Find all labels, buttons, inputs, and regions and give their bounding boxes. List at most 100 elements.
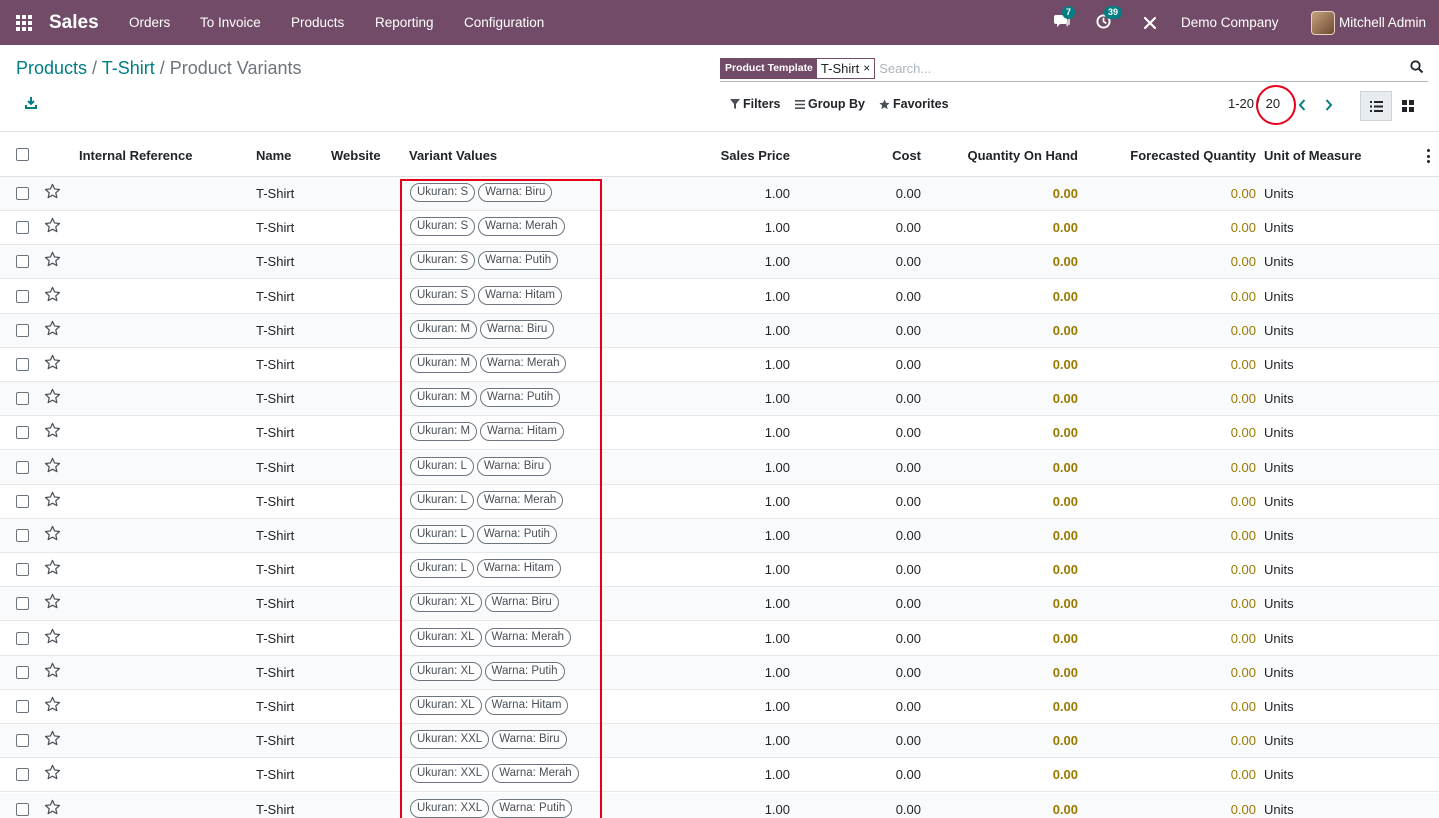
star-icon[interactable]: [44, 696, 61, 713]
star-icon[interactable]: [44, 457, 61, 474]
star-icon[interactable]: [44, 491, 61, 508]
company-switcher[interactable]: Demo Company: [1181, 0, 1279, 45]
star-icon[interactable]: [44, 354, 61, 371]
table-row[interactable]: T-Shirt Ukuran: L Warna: Putih 1.00 0.00 0.00…: [0, 519, 1439, 553]
column-name[interactable]: Name: [256, 148, 291, 163]
optional-columns-icon[interactable]: [1424, 149, 1432, 163]
pager-previous-button[interactable]: [1294, 96, 1310, 114]
star-icon[interactable]: [44, 388, 61, 405]
row-checkbox[interactable]: [16, 289, 29, 303]
column-unit-of-measure[interactable]: Unit of Measure: [1264, 148, 1362, 163]
table-row[interactable]: T-Shirt Ukuran: L Warna: Biru 1.00 0.00 0.00 0…: [0, 450, 1439, 485]
favorites-dropdown[interactable]: Favorites: [879, 97, 949, 111]
row-checkbox[interactable]: [16, 597, 29, 611]
row-checkbox[interactable]: [16, 734, 29, 748]
row-checkbox[interactable]: [16, 529, 29, 542]
star-icon[interactable]: [44, 593, 61, 610]
search-facet[interactable]: Product Template T-Shirt ×: [720, 57, 876, 79]
apps-menu-icon[interactable]: [16, 0, 34, 45]
menu-to-invoice[interactable]: To Invoice: [200, 0, 261, 45]
variant-tag-size: Ukuran: S: [410, 251, 476, 271]
column-forecasted-qty[interactable]: Forecasted Quantity: [1110, 148, 1256, 163]
breadcrumb-products[interactable]: Products: [16, 58, 87, 78]
export-button[interactable]: [24, 96, 42, 114]
search-icon[interactable]: [1410, 60, 1424, 74]
table-row[interactable]: T-Shirt Ukuran: XL Warna: Putih 1.00 0.00 0.0…: [0, 655, 1439, 690]
star-icon[interactable]: [44, 628, 61, 645]
star-icon[interactable]: [44, 422, 61, 439]
pager-range[interactable]: 1-20: [1228, 96, 1254, 111]
star-icon[interactable]: [44, 251, 61, 268]
row-checkbox[interactable]: [16, 460, 29, 474]
row-checkbox[interactable]: [16, 358, 29, 371]
table-row[interactable]: T-Shirt Ukuran: XL Warna: Merah 1.00 0.00 0.0…: [0, 622, 1439, 656]
select-all-checkbox[interactable]: [16, 148, 29, 161]
row-checkbox[interactable]: [16, 426, 29, 440]
menu-products[interactable]: Products: [291, 0, 344, 45]
row-checkbox[interactable]: [16, 665, 29, 679]
groupby-dropdown[interactable]: Group By: [795, 97, 865, 111]
messages-button[interactable]: 7: [1054, 0, 1076, 45]
row-checkbox[interactable]: [16, 187, 29, 200]
star-icon[interactable]: [44, 764, 61, 781]
list-view-button[interactable]: [1360, 91, 1392, 121]
table-row[interactable]: T-Shirt Ukuran: M Warna: Merah 1.00 0.00 0.00…: [0, 348, 1439, 382]
row-checkbox[interactable]: [16, 631, 29, 645]
table-row[interactable]: T-Shirt Ukuran: M Warna: Putih 1.00 0.00 0.00…: [0, 382, 1439, 417]
row-checkbox[interactable]: [16, 221, 29, 235]
row-checkbox[interactable]: [16, 563, 29, 577]
column-internal-reference[interactable]: Internal Reference: [79, 148, 192, 163]
table-row[interactable]: T-Shirt Ukuran: L Warna: Hitam 1.00 0.00 0.00…: [0, 553, 1439, 588]
variant-tag-size: Ukuran: M: [410, 388, 478, 408]
menu-configuration[interactable]: Configuration: [464, 0, 544, 45]
star-icon[interactable]: [44, 799, 61, 816]
chevron-left-icon: [1298, 99, 1306, 111]
table-row[interactable]: T-Shirt Ukuran: XL Warna: Biru 1.00 0.00 0.00…: [0, 587, 1439, 622]
row-checkbox[interactable]: [16, 392, 29, 406]
table-row[interactable]: T-Shirt Ukuran: XXL Warna: Biru 1.00 0.00 0.0…: [0, 724, 1439, 759]
table-row[interactable]: T-Shirt Ukuran: XXL Warna: Merah 1.00 0.00 0.…: [0, 758, 1439, 793]
user-menu[interactable]: Mitchell Admin: [1311, 0, 1426, 45]
menu-orders[interactable]: Orders: [129, 0, 170, 45]
table-row[interactable]: T-Shirt Ukuran: S Warna: Putih 1.00 0.00 0.00…: [0, 245, 1439, 280]
row-checkbox[interactable]: [16, 768, 29, 782]
column-cost[interactable]: Cost: [820, 148, 921, 163]
kanban-view-button[interactable]: [1392, 91, 1424, 121]
debug-tools-button[interactable]: [1143, 0, 1157, 45]
star-icon[interactable]: [44, 320, 61, 337]
table-row[interactable]: T-Shirt Ukuran: M Warna: Biru 1.00 0.00 0.00 0…: [0, 313, 1439, 348]
pager-next-button[interactable]: [1321, 96, 1337, 114]
column-sales-price[interactable]: Sales Price: [690, 148, 790, 163]
table-row[interactable]: T-Shirt Ukuran: L Warna: Merah 1.00 0.00 0.00…: [0, 485, 1439, 519]
facet-remove-icon[interactable]: ×: [863, 61, 870, 75]
filters-dropdown[interactable]: Filters: [730, 97, 781, 111]
row-checkbox[interactable]: [16, 255, 29, 269]
star-icon[interactable]: [44, 286, 61, 303]
column-qty-on-hand[interactable]: Quantity On Hand: [950, 148, 1079, 163]
table-row[interactable]: T-Shirt Ukuran: S Warna: Hitam 1.00 0.00 0.00…: [0, 280, 1439, 314]
column-variant-values[interactable]: Variant Values: [409, 148, 497, 163]
table-row[interactable]: T-Shirt Ukuran: XXL Warna: Putih 1.00 0.00 0.…: [0, 792, 1439, 818]
star-icon[interactable]: [44, 183, 61, 200]
cell-cost: 0.00: [895, 596, 921, 612]
row-checkbox[interactable]: [16, 700, 29, 713]
table-row[interactable]: T-Shirt Ukuran: S Warna: Merah 1.00 0.00 0.00…: [0, 211, 1439, 246]
column-website[interactable]: Website: [331, 148, 381, 163]
star-icon[interactable]: [44, 217, 61, 234]
table-row[interactable]: T-Shirt Ukuran: S Warna: Biru 1.00 0.00 0.00 0…: [0, 177, 1439, 211]
table-row[interactable]: T-Shirt Ukuran: M Warna: Hitam 1.00 0.00 0.00…: [0, 416, 1439, 451]
cell-unit-of-measure: Units: [1264, 596, 1294, 612]
star-icon[interactable]: [44, 662, 61, 679]
row-checkbox[interactable]: [16, 323, 29, 337]
app-name[interactable]: Sales: [49, 0, 99, 45]
row-checkbox[interactable]: [16, 802, 29, 816]
star-icon[interactable]: [44, 525, 61, 542]
menu-reporting[interactable]: Reporting: [375, 0, 434, 45]
star-icon[interactable]: [44, 559, 61, 576]
table-row[interactable]: T-Shirt Ukuran: XL Warna: Hitam 1.00 0.00 0.0…: [0, 690, 1439, 724]
star-icon[interactable]: [44, 730, 61, 747]
search-input[interactable]: [879, 58, 1428, 78]
activities-button[interactable]: 39: [1096, 0, 1123, 45]
row-checkbox[interactable]: [16, 494, 29, 508]
breadcrumb-tshirt[interactable]: T-Shirt: [102, 58, 155, 78]
